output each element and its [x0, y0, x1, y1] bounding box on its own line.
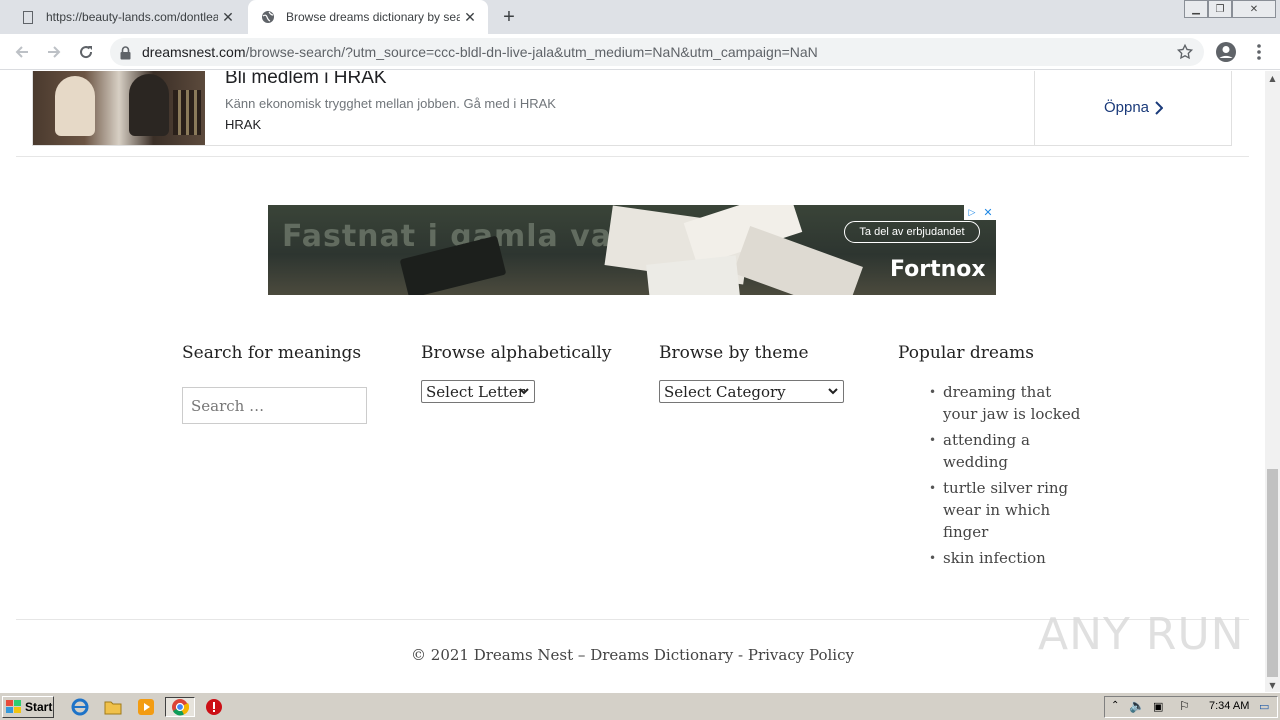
lock-icon[interactable] [120, 45, 131, 64]
tray-expand-icon[interactable]: ⌃ [1111, 700, 1119, 711]
theme-widget-title: Browse by theme [659, 343, 809, 363]
network-icon[interactable]: ▣ [1153, 700, 1163, 713]
ad-close-icon[interactable]: ✕ [980, 205, 996, 220]
scroll-up-icon[interactable]: ▲ [1265, 71, 1280, 85]
browser-toolbar: dreamsnest.com/browse-search/?utm_source… [0, 34, 1280, 70]
list-item[interactable]: • turtle silver ring wear in which finger [928, 477, 1088, 543]
ad-description: Känn ekonomisk trygghet mellan jobben. G… [225, 96, 556, 111]
flag-icon[interactable]: ⚐ [1179, 699, 1190, 713]
reload-icon[interactable] [74, 40, 98, 64]
page-viewport: Bli medlem i HRAK Känn ekonomisk trygghe… [0, 71, 1265, 692]
copyright-link[interactable]: © 2021 Dreams Nest – Dreams Dictionary [411, 646, 733, 664]
scrollbar-thumb[interactable] [1267, 469, 1278, 677]
bookmark-star-icon[interactable] [1176, 43, 1194, 65]
category-select[interactable]: Select Category [659, 380, 844, 403]
chevron-down-icon [828, 388, 838, 395]
ad-photo [33, 71, 205, 145]
ad-cta-area[interactable]: Öppna [1034, 71, 1232, 145]
close-icon[interactable]: ✕ [218, 7, 238, 27]
letter-select[interactable]: Select Letter [421, 380, 535, 403]
ad-fortnox-banner[interactable]: Fastnat i gamla vanor Ta del av erbjudan… [268, 205, 996, 295]
page-icon [20, 9, 36, 25]
media-player-icon[interactable] [136, 697, 156, 717]
globe-icon [260, 9, 276, 25]
tab-beauty-lands[interactable]: https://beauty-lands.com/dontleave ✕ [8, 0, 246, 34]
fortnox-logo: Fortnox [890, 257, 986, 282]
search-widget-title: Search for meanings [182, 343, 362, 363]
tab-title: https://beauty-lands.com/dontleave [46, 10, 218, 24]
tab-title: Browse dreams dictionary by search [286, 10, 460, 24]
taskbar: Start ⌃ 🔈 ▣ ⚐ 7:34 AM ▭ [0, 692, 1280, 720]
forward-icon[interactable] [42, 40, 66, 64]
ad-open-button[interactable]: Öppna [1104, 99, 1164, 116]
back-icon[interactable] [10, 40, 34, 64]
search-input[interactable]: Search … [182, 387, 367, 424]
page-scrollbar[interactable]: ▲ ▼ [1265, 71, 1280, 692]
url-text: dreamsnest.com/browse-search/?utm_source… [142, 44, 818, 60]
divider [16, 156, 1249, 157]
list-item[interactable]: • skin infection [928, 547, 1088, 569]
ie-icon[interactable] [70, 697, 90, 717]
footer-separator: - [738, 646, 744, 664]
windows-logo-icon [6, 700, 21, 713]
new-tab-icon[interactable]: + [498, 6, 520, 28]
tab-browse-dreams[interactable]: Browse dreams dictionary by search ✕ [248, 0, 488, 34]
menu-kebab-icon[interactable] [1247, 40, 1271, 64]
address-bar[interactable]: dreamsnest.com/browse-search/?utm_source… [110, 38, 1204, 66]
popular-widget-title: Popular dreams [898, 343, 1034, 363]
window-close-icon[interactable]: ✕ [1232, 0, 1276, 18]
anyrun-watermark: ANY RUN [1038, 609, 1245, 660]
chevron-right-icon [1155, 100, 1164, 115]
volume-icon[interactable]: 🔈 [1129, 699, 1145, 714]
scroll-down-icon[interactable]: ▼ [1265, 678, 1280, 692]
restore-icon[interactable]: ❐ [1208, 0, 1232, 18]
popular-dreams-list: • dreaming that your jaw is locked • atten… [928, 381, 1088, 573]
start-button[interactable]: Start [2, 696, 54, 718]
adchoices-icon[interactable]: ▷ [964, 205, 980, 220]
list-item[interactable]: • attending a wedding [928, 429, 1088, 473]
ad-banner-cta[interactable]: Ta del av erbjudandet [844, 221, 980, 243]
minimize-icon[interactable]: ▁ [1184, 0, 1208, 18]
alpha-widget-title: Browse alphabetically [421, 343, 612, 363]
ad-hrak[interactable]: Bli medlem i HRAK Känn ekonomisk trygghe… [32, 71, 1232, 146]
opera-icon[interactable] [204, 697, 224, 717]
profile-icon[interactable] [1214, 40, 1238, 64]
chrome-icon[interactable] [165, 697, 195, 717]
show-desktop-icon[interactable]: ▭ [1259, 700, 1269, 713]
privacy-policy-link[interactable]: Privacy Policy [748, 646, 854, 664]
ad-headline[interactable]: Bli medlem i HRAK [225, 71, 387, 89]
system-tray: ⌃ 🔈 ▣ ⚐ 7:34 AM ▭ [1104, 696, 1278, 718]
list-item[interactable]: • dreaming that your jaw is locked [928, 381, 1088, 425]
ad-brand: HRAK [225, 117, 262, 132]
chevron-down-icon [519, 388, 529, 395]
clock[interactable]: 7:34 AM [1209, 700, 1249, 712]
tab-strip: https://beauty-lands.com/dontleave ✕ Bro… [0, 0, 1280, 34]
close-icon[interactable]: ✕ [460, 7, 480, 27]
folder-icon[interactable] [103, 697, 123, 717]
